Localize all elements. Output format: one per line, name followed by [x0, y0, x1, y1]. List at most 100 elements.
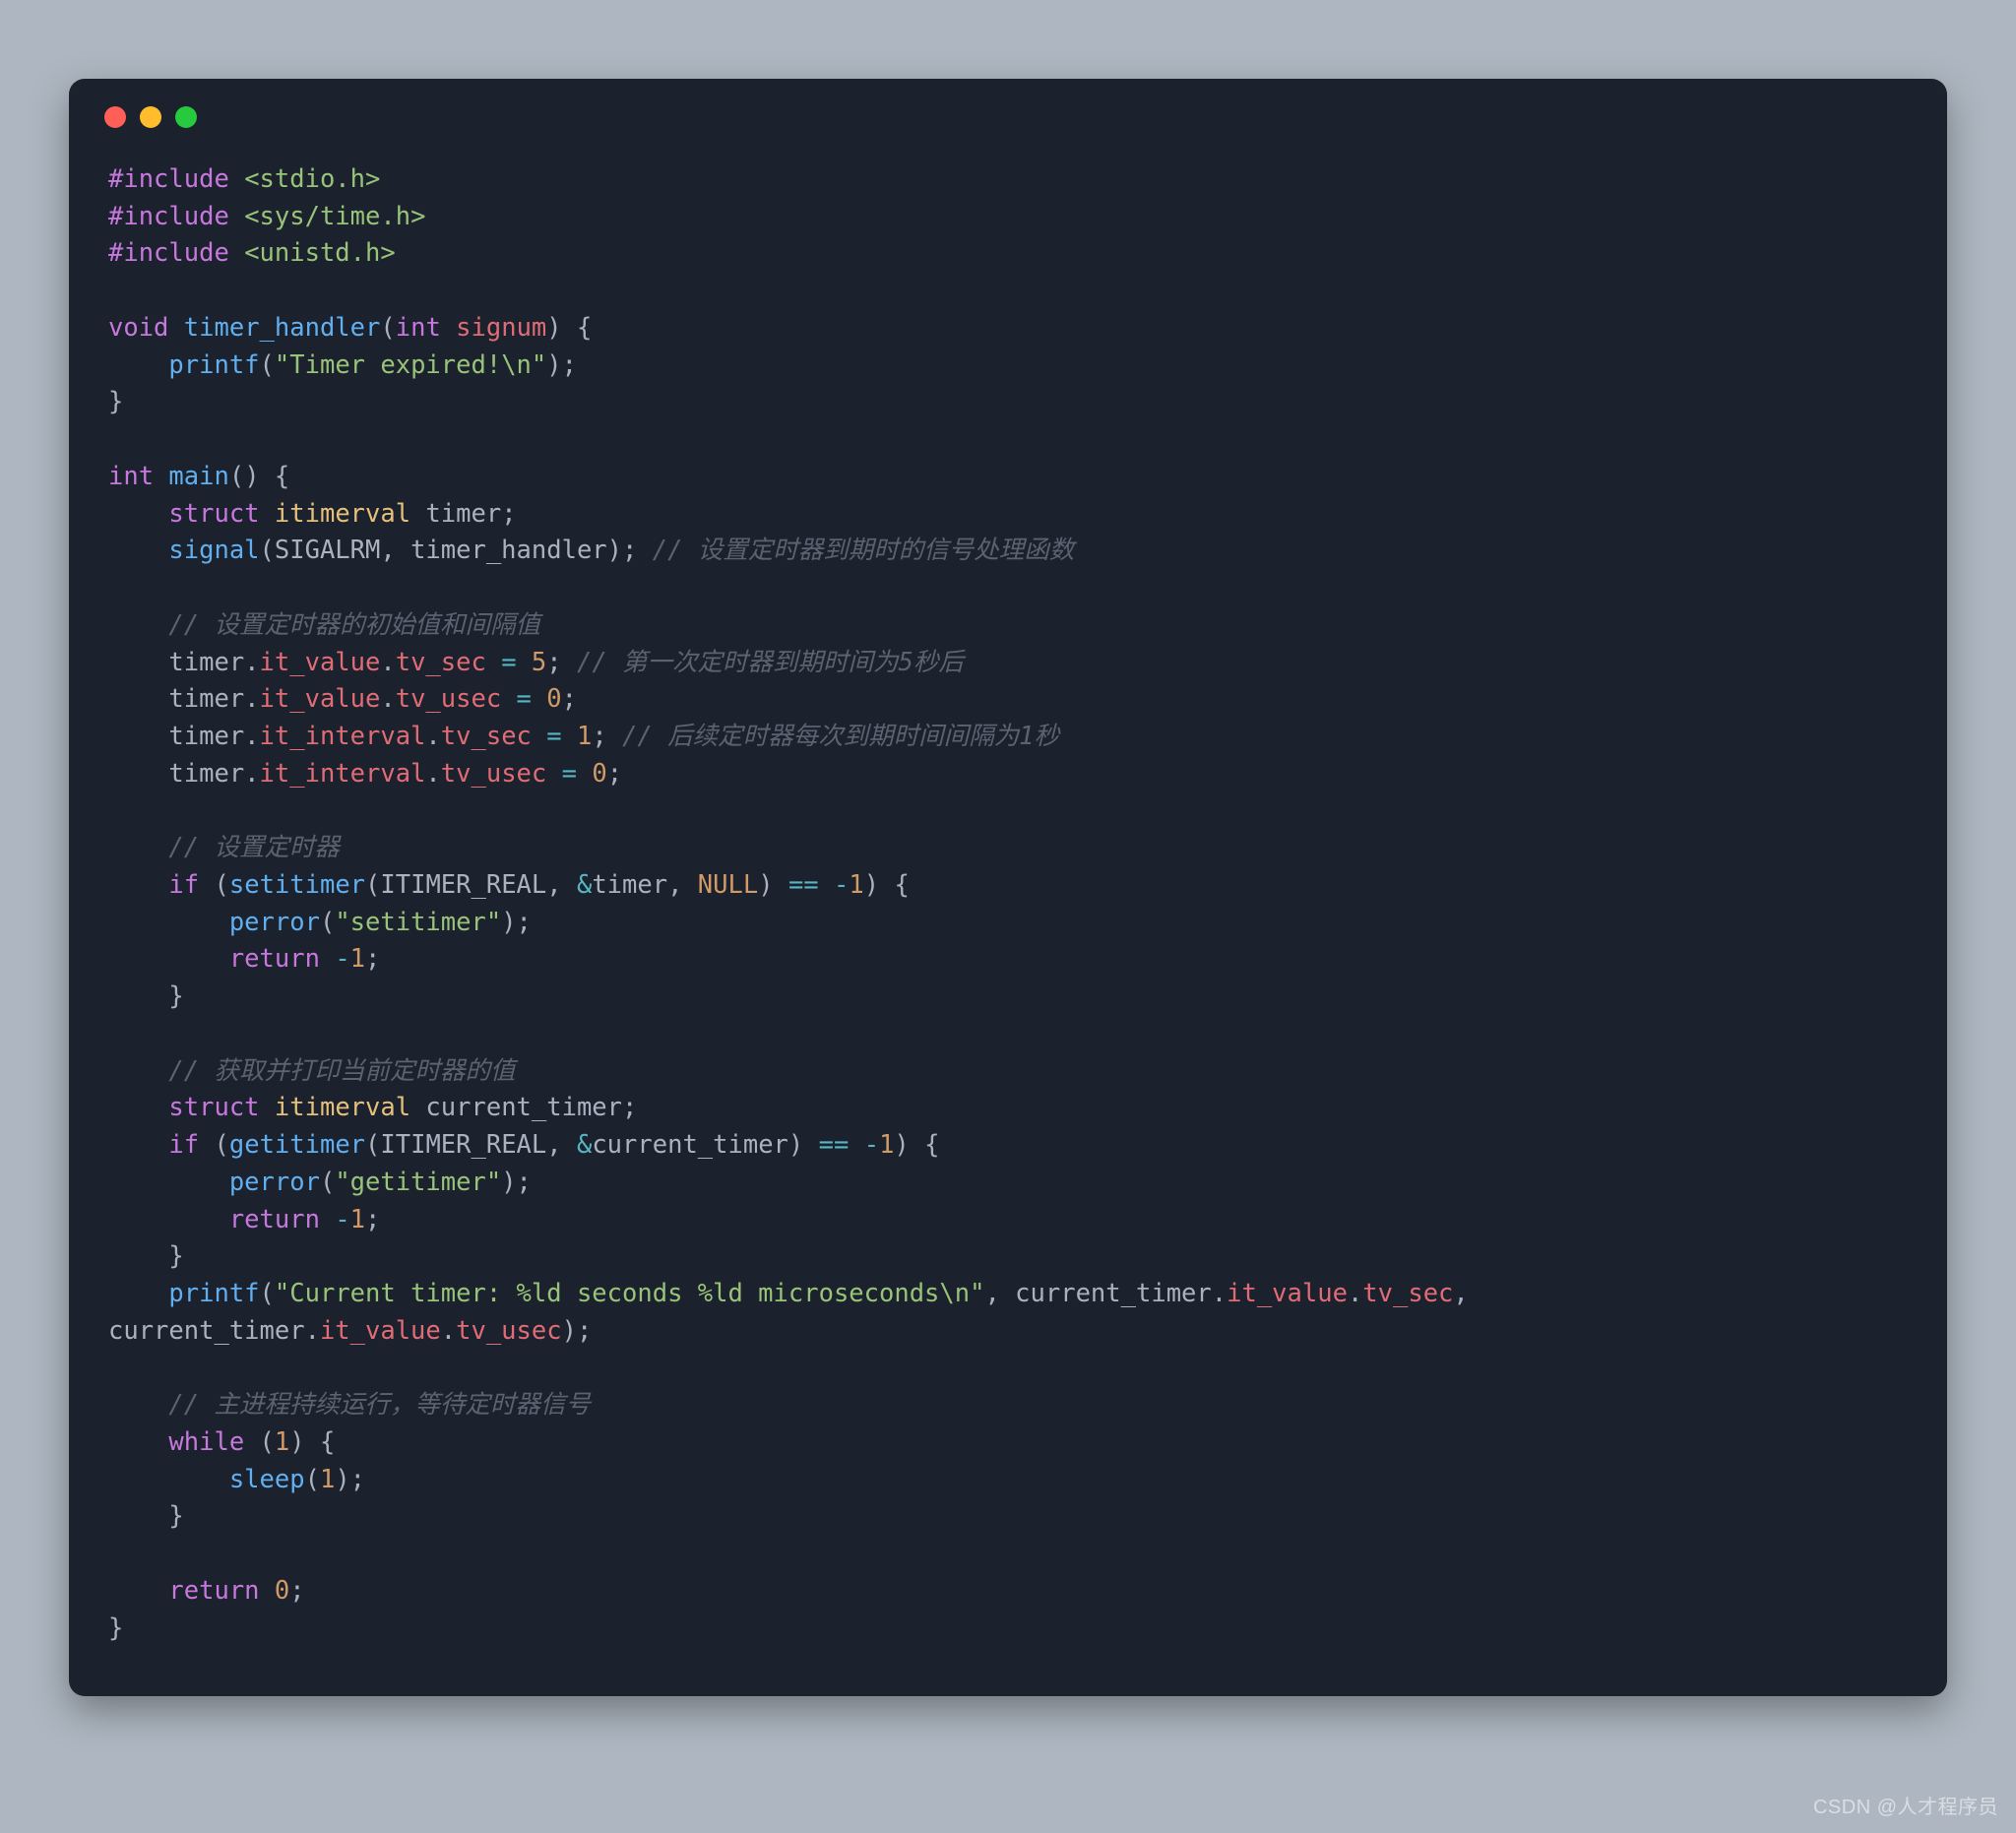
code-token: ,	[1453, 1279, 1483, 1308]
code-token: 0	[275, 1576, 289, 1606]
code-line: if (setitimer(ITIMER_REAL, &timer, NULL)…	[108, 867, 1908, 905]
code-token	[108, 833, 168, 862]
code-token	[108, 610, 168, 640]
code-token	[108, 1465, 229, 1494]
code-token: (	[380, 313, 395, 343]
code-line	[108, 792, 1908, 830]
code-token: printf	[168, 1279, 259, 1308]
code-token: // 获取并打印当前定时器的值	[168, 1056, 515, 1086]
code-token: ;	[546, 648, 577, 677]
code-token	[320, 1205, 335, 1234]
code-line: #include <stdio.h>	[108, 161, 1908, 199]
code-window: #include <stdio.h>#include <sys/time.h>#…	[69, 79, 1947, 1696]
code-token: it_value	[260, 684, 381, 714]
code-line: }	[108, 1498, 1908, 1536]
code-token: <unistd.h>	[244, 238, 396, 268]
code-line	[108, 1536, 1908, 1573]
code-token	[108, 1279, 168, 1308]
code-token	[562, 722, 577, 751]
code-token	[108, 1427, 168, 1457]
code-token: timer.	[108, 759, 260, 789]
code-token: (	[244, 1427, 275, 1457]
code-token: =	[501, 648, 516, 677]
code-token	[108, 1093, 168, 1122]
code-line: // 主进程持续运行，等待定时器信号	[108, 1387, 1908, 1424]
code-token: "Timer expired!\n"	[275, 350, 546, 380]
code-token: tv_usec	[396, 684, 501, 714]
code-token: );	[546, 350, 577, 380]
code-token: itimerval	[275, 499, 410, 529]
code-content: #include <stdio.h>#include <sys/time.h>#…	[69, 128, 1947, 1696]
code-line: while (1) {	[108, 1424, 1908, 1462]
code-token: }	[108, 1241, 184, 1271]
code-token: -	[335, 944, 349, 974]
code-token: printf	[168, 350, 259, 380]
code-line: void timer_handler(int signum) {	[108, 310, 1908, 348]
code-token: sleep	[229, 1465, 305, 1494]
code-line: // 设置定时器	[108, 830, 1908, 867]
code-token	[108, 350, 168, 380]
code-line: return -1;	[108, 1202, 1908, 1239]
code-line: timer.it_interval.tv_usec = 0;	[108, 756, 1908, 793]
code-token: );	[501, 1168, 532, 1197]
code-line: timer.it_interval.tv_sec = 1; // 后续定时器每次…	[108, 719, 1908, 756]
code-token	[260, 1093, 275, 1122]
code-token: tv_usec	[456, 1316, 561, 1346]
code-token: if	[168, 1130, 199, 1160]
code-token: <sys/time.h>	[244, 202, 425, 231]
code-line: return -1;	[108, 941, 1908, 979]
code-token: (	[260, 1279, 275, 1308]
code-token: , current_timer.	[984, 1279, 1227, 1308]
code-token: (	[199, 870, 229, 900]
code-token: (	[320, 908, 335, 937]
code-token	[108, 1130, 168, 1160]
maximize-icon[interactable]	[175, 106, 197, 128]
code-token: timer_handler	[184, 313, 381, 343]
code-token	[108, 536, 168, 565]
code-line: }	[108, 1611, 1908, 1648]
code-token: ;	[289, 1576, 304, 1606]
minimize-icon[interactable]	[140, 106, 161, 128]
code-token: tv_sec	[441, 722, 532, 751]
code-token: (	[260, 350, 275, 380]
code-token: ==	[788, 870, 819, 900]
code-token: 5	[532, 648, 546, 677]
code-token: 0	[546, 684, 561, 714]
titlebar	[69, 79, 1947, 128]
code-token: 1	[275, 1427, 289, 1457]
code-token: timer,	[592, 870, 697, 900]
code-token: perror	[229, 908, 320, 937]
close-icon[interactable]	[104, 106, 126, 128]
code-line: // 获取并打印当前定时器的值	[108, 1053, 1908, 1091]
code-token: 1	[350, 1205, 365, 1234]
code-token: );	[562, 1316, 593, 1346]
code-line: if (getitimer(ITIMER_REAL, &current_time…	[108, 1127, 1908, 1165]
code-token: 1	[577, 722, 592, 751]
code-token: 0	[592, 759, 606, 789]
code-token: <stdio.h>	[244, 164, 380, 194]
code-line: timer.it_value.tv_usec = 0;	[108, 681, 1908, 719]
code-line	[108, 1016, 1908, 1053]
code-token	[108, 1168, 229, 1197]
code-line: }	[108, 384, 1908, 421]
code-token: =	[517, 684, 532, 714]
code-token: () {	[229, 462, 289, 491]
code-token: tv_sec	[1362, 1279, 1453, 1308]
code-token: timer.	[108, 648, 260, 677]
code-token: // 主进程持续运行，等待定时器信号	[168, 1390, 591, 1420]
code-token	[260, 1576, 275, 1606]
code-token: itimerval	[275, 1093, 410, 1122]
code-token: -	[834, 870, 849, 900]
code-token	[108, 1205, 229, 1234]
code-token: int	[396, 313, 441, 343]
code-token: ) {	[894, 1130, 939, 1160]
code-token: "getitimer"	[335, 1168, 501, 1197]
code-line	[108, 570, 1908, 607]
code-token: &	[577, 1130, 592, 1160]
code-token: 1	[849, 870, 863, 900]
code-token: // 第一次定时器到期时间为5秒后	[577, 648, 964, 677]
code-line	[108, 421, 1908, 459]
code-token: return	[168, 1576, 259, 1606]
code-token: tv_usec	[441, 759, 546, 789]
code-token: ) {	[864, 870, 910, 900]
